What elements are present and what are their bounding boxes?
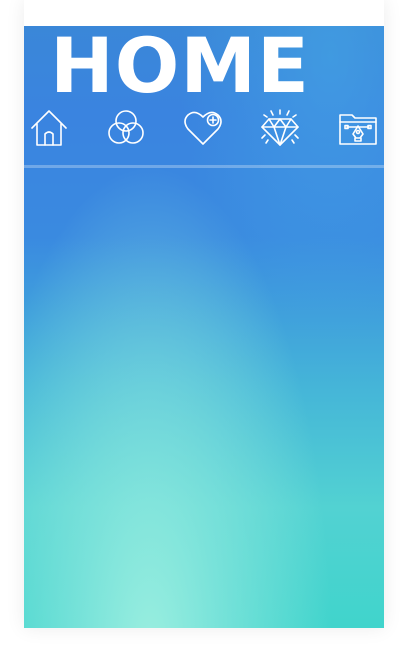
page-title: HOME xyxy=(50,21,310,110)
nav-premium[interactable] xyxy=(256,104,304,152)
nav-home[interactable] xyxy=(25,104,73,152)
venn-circles-icon xyxy=(108,110,144,144)
nav-icon-row xyxy=(24,104,384,152)
nav-divider xyxy=(24,165,384,168)
nav-design[interactable] xyxy=(334,104,382,152)
home-screen: HOME xyxy=(24,26,384,628)
diamond-icon xyxy=(261,109,299,146)
folder-pen-tool-icon xyxy=(339,114,377,145)
nav-favorites[interactable] xyxy=(179,104,227,152)
nav-circles[interactable] xyxy=(102,104,150,152)
app-frame: HOME xyxy=(24,0,384,628)
home-icon xyxy=(31,110,67,146)
heart-plus-icon xyxy=(184,111,222,145)
